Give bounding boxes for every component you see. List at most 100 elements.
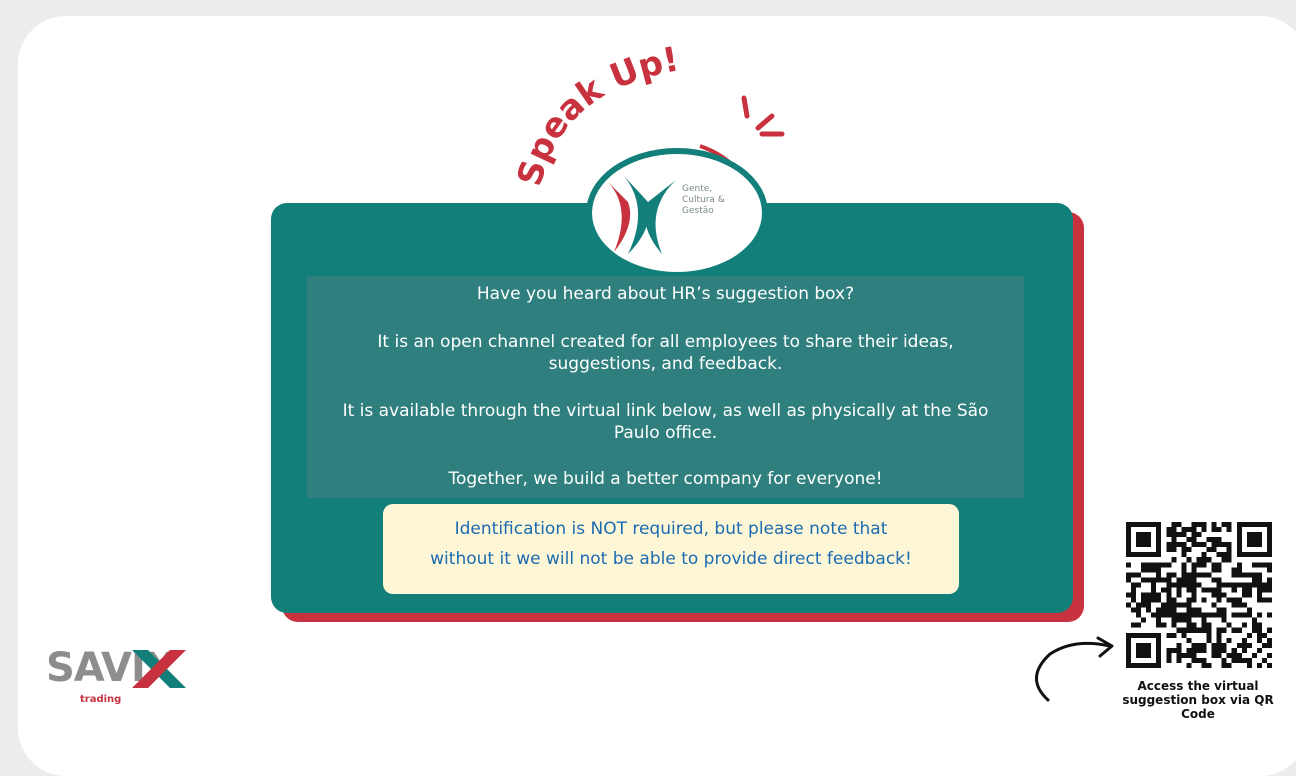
qr-code[interactable]	[1126, 522, 1272, 668]
qr-module	[1176, 587, 1182, 593]
qr-module	[1246, 572, 1252, 578]
qr-module	[1141, 532, 1147, 538]
qr-module	[1191, 597, 1197, 603]
qr-module	[1186, 662, 1192, 668]
qr-module	[1166, 527, 1172, 533]
qr-module	[1156, 637, 1162, 643]
qr-module	[1216, 582, 1222, 588]
qr-module	[1151, 562, 1157, 568]
qr-module	[1211, 527, 1217, 533]
qr-module	[1221, 607, 1227, 613]
qr-module	[1166, 632, 1172, 638]
brand-subtitle: trading	[80, 694, 122, 705]
qr-module	[1206, 662, 1212, 668]
qr-module	[1196, 522, 1202, 528]
qr-module	[1176, 532, 1182, 538]
qr-module	[1146, 542, 1152, 548]
qr-module	[1141, 562, 1147, 568]
qr-module	[1201, 552, 1207, 558]
qr-module	[1266, 542, 1272, 548]
qr-module	[1131, 587, 1137, 593]
qr-module	[1261, 642, 1267, 648]
qr-module	[1241, 637, 1247, 643]
qr-module	[1141, 617, 1147, 623]
qr-module	[1136, 607, 1142, 613]
qr-module	[1146, 662, 1152, 668]
qr-module	[1126, 642, 1132, 648]
qr-module	[1206, 637, 1212, 643]
qr-module	[1181, 542, 1187, 548]
qr-module	[1251, 652, 1257, 658]
qr-module	[1191, 642, 1197, 648]
qr-module	[1246, 607, 1252, 613]
qr-module	[1231, 652, 1237, 658]
qr-module	[1166, 547, 1172, 553]
qr-module	[1191, 647, 1197, 653]
qr-module	[1216, 537, 1222, 543]
qr-module	[1201, 542, 1207, 548]
qr-module	[1191, 542, 1197, 548]
qr-module	[1156, 547, 1162, 553]
qr-module	[1211, 612, 1217, 618]
qr-module	[1261, 552, 1267, 558]
qr-module	[1246, 612, 1252, 618]
qr-module	[1221, 612, 1227, 618]
qr-module	[1246, 552, 1252, 558]
qr-module	[1226, 522, 1232, 528]
qr-module	[1236, 547, 1242, 553]
qr-module	[1206, 587, 1212, 593]
qr-module	[1256, 577, 1262, 583]
qr-module	[1181, 652, 1187, 658]
qr-module	[1221, 657, 1227, 663]
qr-module	[1221, 552, 1227, 558]
qr-module	[1156, 542, 1162, 548]
qr-module	[1136, 532, 1142, 538]
qr-module	[1166, 602, 1172, 608]
qr-module	[1241, 592, 1247, 598]
qr-module	[1161, 577, 1167, 583]
qr-module	[1221, 647, 1227, 653]
logo-line-3: Gestão	[682, 206, 714, 216]
qr-module	[1266, 562, 1272, 568]
qr-module	[1216, 627, 1222, 633]
qr-module	[1266, 577, 1272, 583]
qr-module	[1211, 522, 1217, 528]
qr-module	[1216, 612, 1222, 618]
qr-module	[1191, 587, 1197, 593]
qr-module	[1241, 657, 1247, 663]
qr-module	[1131, 632, 1137, 638]
qr-module	[1146, 552, 1152, 558]
qr-module	[1131, 522, 1137, 528]
qr-module	[1241, 642, 1247, 648]
qr-module	[1241, 572, 1247, 578]
qr-module	[1181, 627, 1187, 633]
qr-module	[1246, 642, 1252, 648]
qr-module	[1186, 637, 1192, 643]
qr-module	[1221, 617, 1227, 623]
qr-module	[1131, 597, 1137, 603]
qr-module	[1216, 577, 1222, 583]
notice-line-1: Identification is NOT required, but plea…	[454, 519, 888, 539]
qr-module	[1126, 532, 1132, 538]
qr-module	[1156, 532, 1162, 538]
qr-module	[1216, 567, 1222, 573]
qr-module	[1266, 652, 1272, 658]
qr-module	[1146, 632, 1152, 638]
qr-module	[1186, 622, 1192, 628]
qr-module	[1181, 552, 1187, 558]
qr-module	[1236, 537, 1242, 543]
qr-module	[1256, 542, 1262, 548]
qr-module	[1191, 627, 1197, 633]
qr-module	[1181, 617, 1187, 623]
qr-module	[1181, 632, 1187, 638]
qr-module	[1136, 652, 1142, 658]
qr-module	[1206, 627, 1212, 633]
qr-module	[1231, 657, 1237, 663]
qr-module	[1206, 547, 1212, 553]
qr-module	[1126, 652, 1132, 658]
qr-module	[1266, 637, 1272, 643]
qr-module	[1226, 547, 1232, 553]
brand-x-icon	[132, 650, 186, 688]
qr-module	[1251, 582, 1257, 588]
message-paragraph-3: It is available through the virtual link…	[342, 401, 989, 443]
